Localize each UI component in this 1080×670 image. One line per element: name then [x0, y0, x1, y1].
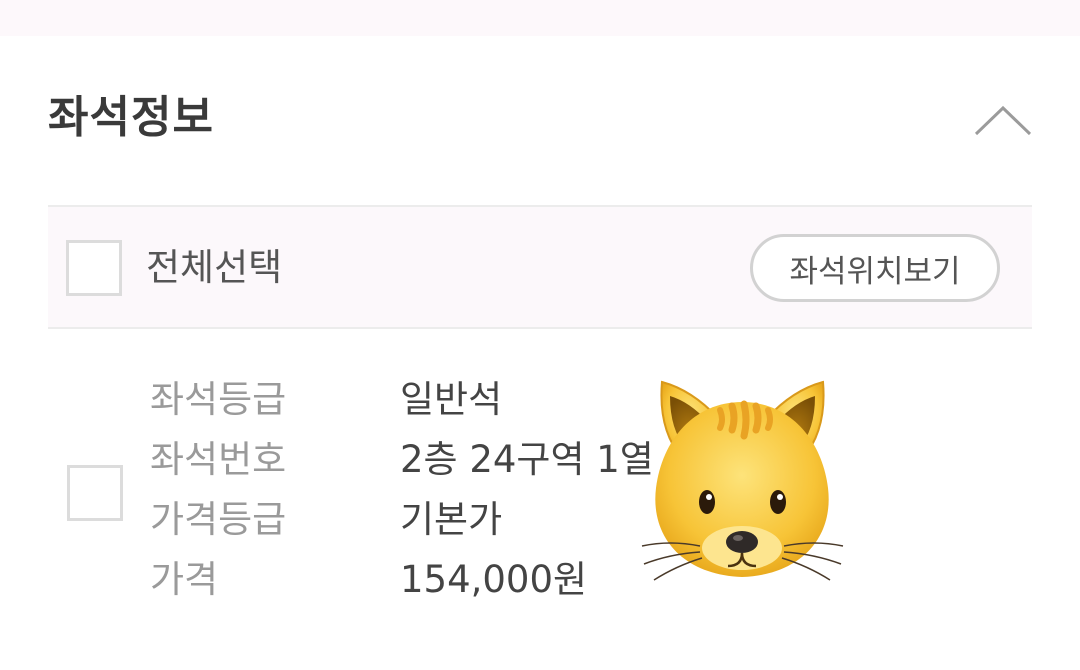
price-label: 가격	[150, 558, 219, 601]
seat-grade-row: 좌석등급 일반석	[150, 372, 710, 428]
seat-grade-label: 좌석등급	[150, 378, 287, 421]
collapse-button[interactable]	[970, 96, 1036, 144]
seat-grade-value: 일반석	[400, 378, 503, 421]
chevron-up-icon	[974, 105, 1032, 136]
seat-number-value: 2층 24구역 1열	[400, 438, 654, 481]
cat-face-icon	[640, 370, 845, 585]
seat-location-button[interactable]: 좌석위치보기	[750, 234, 1000, 302]
price-row: 가격 154,000원	[150, 552, 710, 608]
top-strip	[0, 0, 1080, 36]
select-all-bar: 전체선택 좌석위치보기	[48, 205, 1032, 329]
price-value: 154,000원	[400, 558, 588, 601]
seat-item-checkbox[interactable]	[67, 465, 123, 521]
select-all-label[interactable]: 전체선택	[146, 245, 282, 291]
price-grade-row: 가격등급 기본가	[150, 492, 710, 548]
seat-number-label: 좌석번호	[150, 438, 287, 481]
seat-number-row: 좌석번호 2층 24구역 1열	[150, 432, 710, 488]
price-grade-label: 가격등급	[150, 498, 287, 541]
section-title: 좌석정보	[48, 92, 214, 143]
price-grade-value: 기본가	[400, 498, 503, 541]
select-all-checkbox[interactable]	[66, 240, 122, 296]
